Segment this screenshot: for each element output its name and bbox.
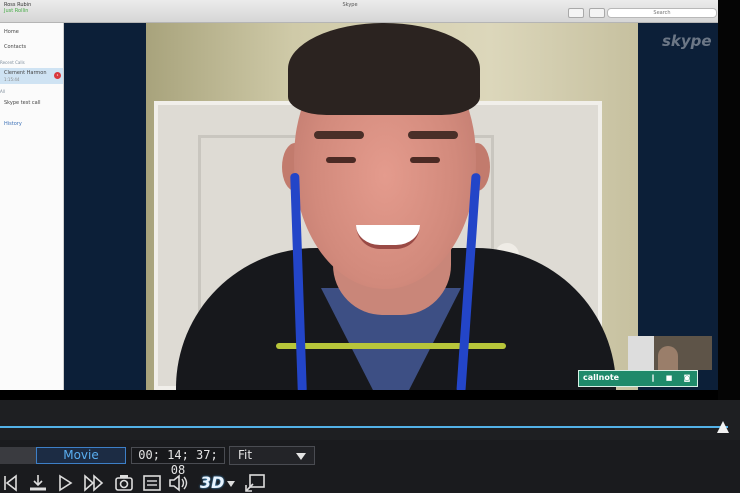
skype-logo: skype [662,32,712,50]
sidebar-item-home[interactable]: Home [4,29,19,35]
sidebar-item-contacts[interactable]: Contacts [4,44,26,50]
remote-video-feed [146,23,638,390]
snapshot-icon[interactable] [114,473,134,493]
mark-icon[interactable] [28,473,48,493]
timecode-display[interactable]: 00; 14; 37; 08 [131,447,225,477]
timeline-bar[interactable] [0,400,740,440]
callnote-label: callnote [583,373,620,382]
subtitle-icon[interactable] [142,473,162,493]
external-display-icon[interactable] [244,473,266,493]
fast-forward-icon[interactable] [83,473,105,493]
timeline-track[interactable] [0,426,728,428]
sidebar-active-contact-name: Clement Harmon [4,70,47,76]
prev-frame-icon[interactable] [2,473,20,493]
person-right-brow [408,131,458,139]
skype-view-button[interactable] [589,8,605,18]
callnote-camera-icon[interactable]: ◙ [683,374,691,382]
self-view-video[interactable] [628,336,712,370]
player-edge [718,0,740,400]
call-badge: 1 [54,72,61,79]
zoom-select[interactable]: Fit [229,446,315,465]
volume-icon[interactable] [168,473,190,493]
zoom-select-value: Fit [238,448,253,462]
timeline-playhead[interactable] [717,421,729,433]
callnote-stop-icon[interactable]: ■ [665,374,673,382]
mode-clip-button[interactable] [0,447,36,464]
skype-user-status: Just Rollin [4,8,29,14]
player-controls: Movie 00; 14; 37; 08 Fit 3D [0,440,740,493]
person-right-eye [410,157,440,163]
person-hoodie-zip [276,343,506,349]
sidebar-header-recent: Recent Calls [0,60,25,65]
sidebar-item-skype-test[interactable]: Skype test call [4,100,40,106]
self-view-person [658,346,678,370]
person-left-brow [314,131,364,139]
chevron-down-icon [296,453,306,460]
sidebar-header-group: All [0,89,5,94]
sidebar-active-contact-duration: 1:15:44 [4,77,20,82]
person-hair [288,23,480,115]
skype-search-input[interactable]: Search [607,8,717,18]
sidebar-item-history[interactable]: History [4,121,22,127]
play-icon[interactable] [56,473,74,493]
skype-titlebar: Ross Rubin Just Rollin Skype Search [0,0,718,23]
skype-sidebar: Home Contacts Recent Calls Clement Harmo… [0,23,64,390]
movie-mode-button[interactable]: Movie [36,447,126,464]
callnote-bar: callnote ‖ ■ ◙ [578,370,698,387]
skype-user-info[interactable]: Ross Rubin Just Rollin [4,2,31,14]
skype-layout-button[interactable] [568,8,584,18]
3d-menu-chevron-icon[interactable] [227,481,235,487]
skype-window-title: Skype [342,2,358,8]
callnote-pause-icon[interactable]: ‖ [649,374,657,382]
3d-icon[interactable]: 3D [200,473,224,492]
video-preview: Ross Rubin Just Rollin Skype Search Home… [0,0,740,400]
self-view-background [628,336,654,370]
person-left-eye [326,157,356,163]
